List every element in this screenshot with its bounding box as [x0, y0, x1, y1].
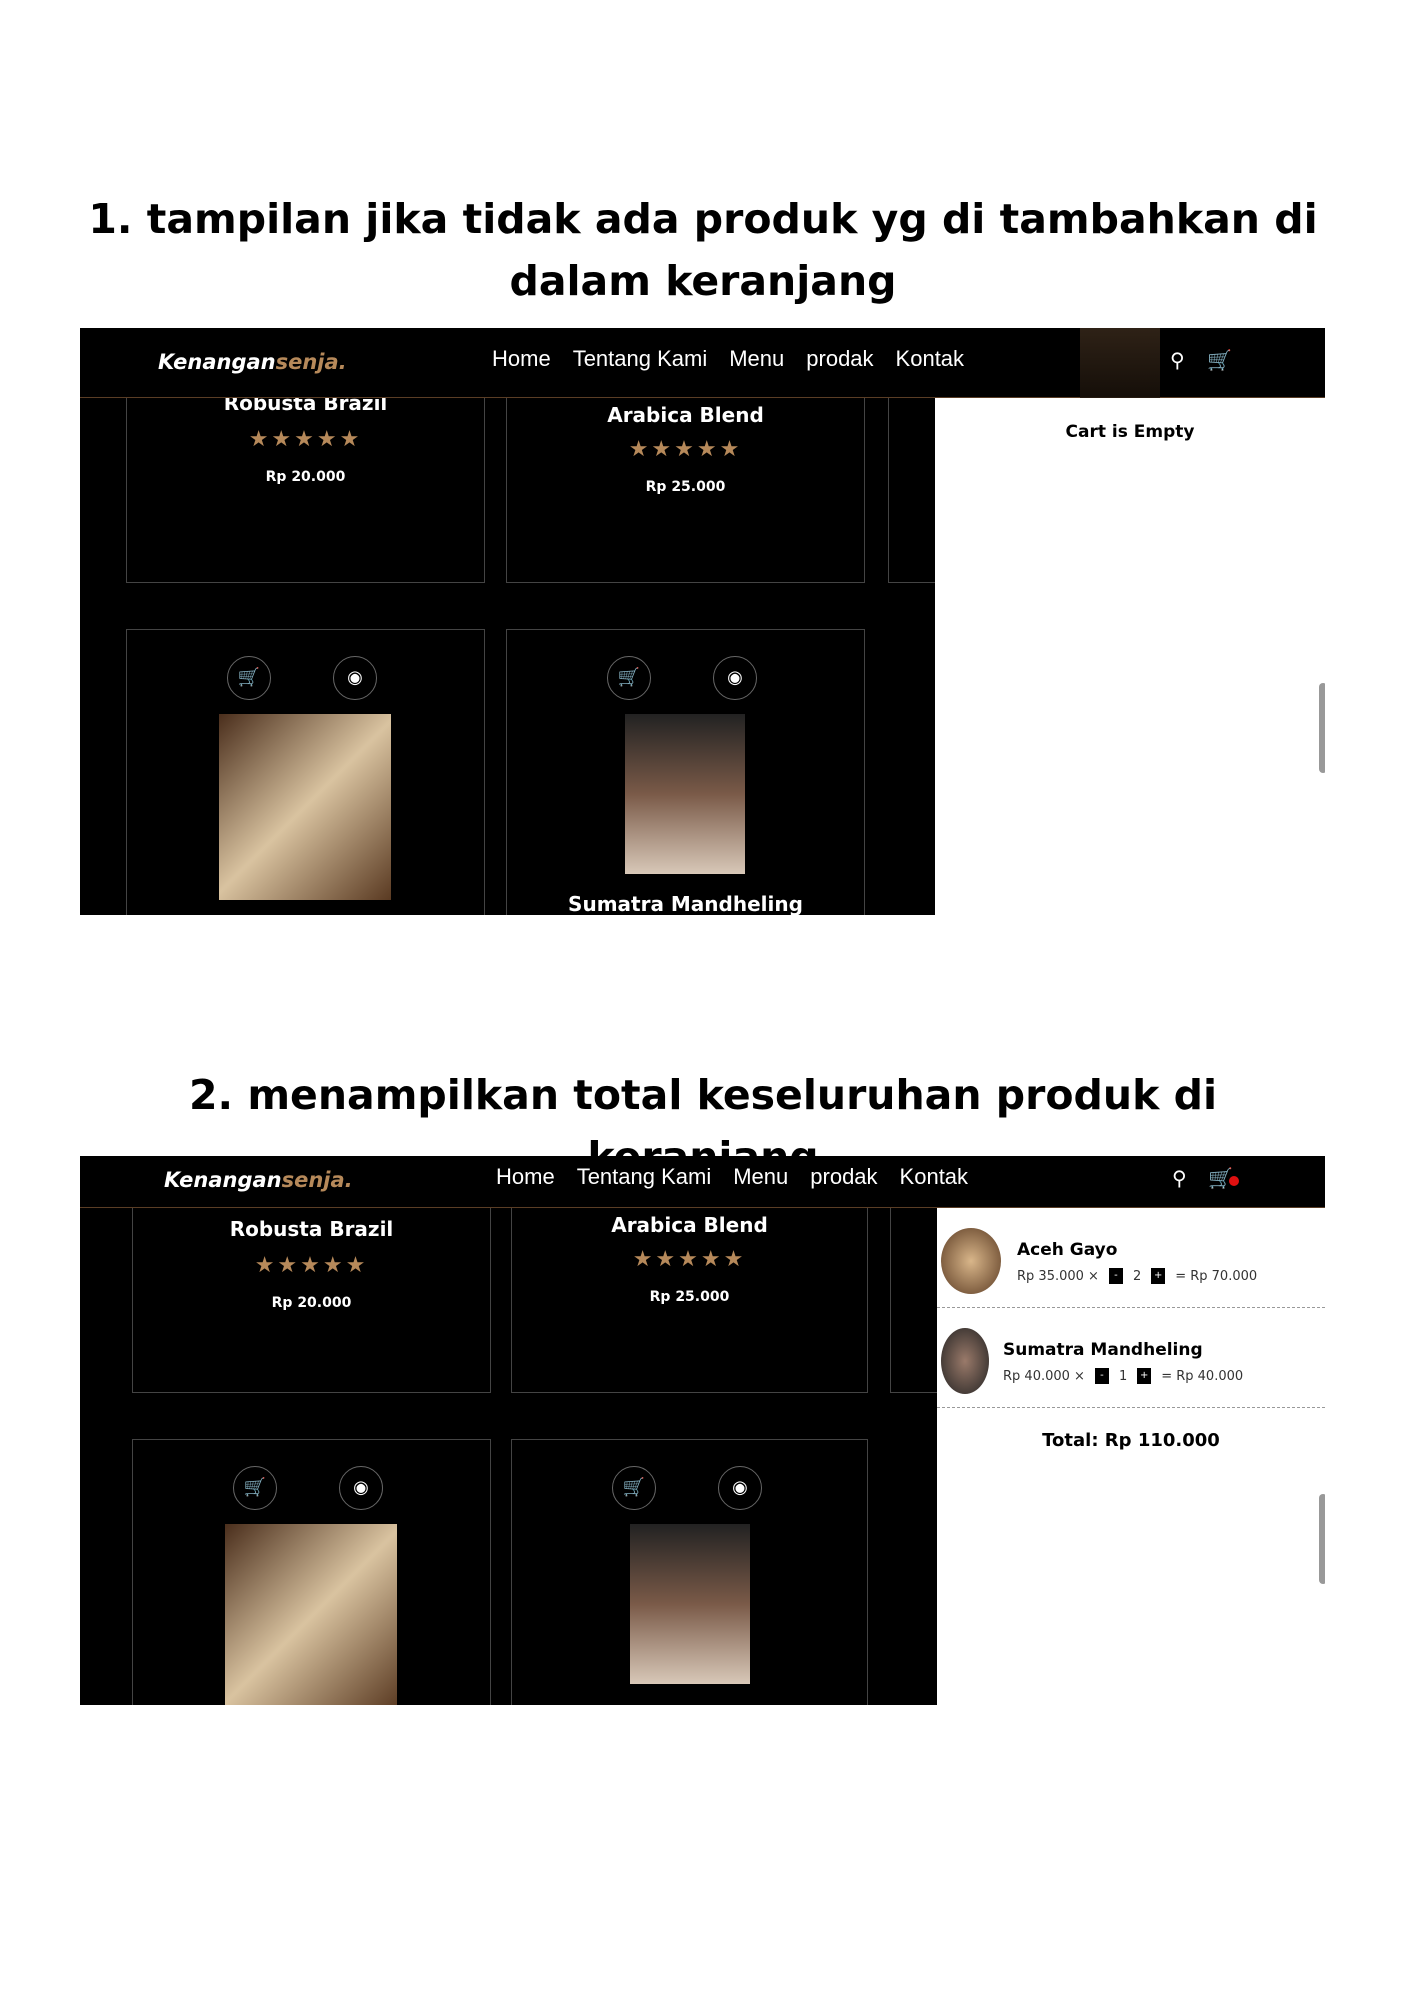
add-to-cart-button[interactable]: 🛒	[227, 656, 271, 700]
search-icon[interactable]: ⚲	[1172, 1166, 1187, 1190]
nav-kontak[interactable]: Kontak	[900, 1164, 969, 1190]
qty-value: 1	[1118, 1368, 1128, 1384]
product-price: Rp 25.000	[649, 1289, 730, 1305]
navbar: Kenangansenja. Home Tentang Kami Menu pr…	[80, 328, 1325, 398]
navbar: Kenangansenja. Home Tentang Kami Menu pr…	[80, 1156, 1325, 1208]
cart-total: Total: Rp 110.000	[1042, 1430, 1220, 1451]
nav-menu-link[interactable]: Menu	[729, 346, 784, 372]
nav-prodak[interactable]: prodak	[806, 346, 873, 372]
product-card-aceh[interactable]: 🛒 ◉	[132, 1439, 491, 1705]
screenshot-filled-cart: Robusta Brazil ★★★★★ Rp 20.000 Arabica B…	[80, 1156, 1325, 1705]
rating-stars: ★★★★★	[628, 437, 743, 462]
cart-item: Aceh Gayo Rp 35.000 × - 2 + = Rp 70.000	[937, 1208, 1325, 1308]
product-card-sumatra[interactable]: 🛒 ◉	[511, 1439, 868, 1705]
cart-panel: Cart is Empty	[935, 398, 1325, 915]
cart-icon[interactable]: 🛒	[1208, 1166, 1239, 1190]
search-icon[interactable]: ⚲	[1170, 348, 1185, 372]
product-name: Arabica Blend	[607, 403, 764, 427]
decrease-qty-button[interactable]: -	[1108, 1268, 1123, 1284]
logo[interactable]: Kenangansenja.	[158, 350, 347, 374]
product-image	[625, 714, 745, 874]
cart-item-name: Aceh Gayo	[1017, 1240, 1118, 1260]
nav-tentang-kami[interactable]: Tentang Kami	[573, 346, 708, 372]
view-eye-button[interactable]: ◉	[713, 656, 757, 700]
nav-prodak[interactable]: prodak	[810, 1164, 877, 1190]
cart-item-name: Sumatra Mandheling	[1003, 1340, 1203, 1360]
cart-icon[interactable]: 🛒	[1207, 348, 1232, 372]
cart-item-image	[941, 1328, 989, 1394]
product-name: Arabica Blend	[611, 1213, 768, 1237]
logo[interactable]: Kenangansenja.	[164, 1168, 353, 1192]
nav-kontak[interactable]: Kontak	[896, 346, 965, 372]
decrease-qty-button[interactable]: -	[1094, 1368, 1109, 1384]
add-to-cart-button[interactable]: 🛒	[607, 656, 651, 700]
scrollbar[interactable]	[1319, 1494, 1325, 1584]
screenshot-empty-cart: Robusta Brazil ★★★★★ Rp 20.000 Arabica B…	[80, 328, 1325, 915]
nav-menu-link[interactable]: Menu	[733, 1164, 788, 1190]
nav-menu: Home Tentang Kami Menu prodak Kontak	[496, 1164, 968, 1190]
product-card-sumatra[interactable]: 🛒 ◉ Sumatra Mandheling	[506, 629, 865, 915]
product-image	[630, 1524, 750, 1684]
product-price: Rp 20.000	[265, 469, 346, 485]
cart-item-line: Rp 40.000 × - 1 + = Rp 40.000	[1003, 1368, 1244, 1384]
nav-home[interactable]: Home	[492, 346, 551, 372]
cart-badge	[1228, 1176, 1239, 1186]
product-card-aceh[interactable]: 🛒 ◉	[126, 629, 485, 915]
product-name: Sumatra Mandheling	[568, 892, 803, 915]
product-name: Robusta Brazil	[229, 1217, 394, 1241]
qty-value: 2	[1132, 1268, 1142, 1284]
cart-item: Sumatra Mandheling Rp 40.000 × - 1 + = R…	[937, 1308, 1325, 1408]
add-to-cart-button[interactable]: 🛒	[233, 1466, 277, 1510]
cart-item-image	[941, 1228, 1001, 1294]
product-image	[219, 714, 391, 900]
rating-stars: ★★★★★	[632, 1247, 747, 1272]
view-eye-button[interactable]: ◉	[333, 656, 377, 700]
view-eye-button[interactable]: ◉	[718, 1466, 762, 1510]
product-price: Rp 20.000	[271, 1295, 352, 1311]
product-price: Rp 25.000	[645, 479, 726, 495]
rating-stars: ★★★★★	[254, 1253, 369, 1278]
increase-qty-button[interactable]: +	[1137, 1368, 1152, 1384]
product-image	[225, 1524, 397, 1705]
section1-heading: 1. tampilan jika tidak ada produk yg di …	[88, 195, 1318, 305]
cart-item-line: Rp 35.000 × - 2 + = Rp 70.000	[1017, 1268, 1258, 1284]
scrollbar[interactable]	[1319, 683, 1325, 773]
rating-stars: ★★★★★	[248, 427, 363, 452]
view-eye-button[interactable]: ◉	[339, 1466, 383, 1510]
cart-panel: Aceh Gayo Rp 35.000 × - 2 + = Rp 70.000 …	[937, 1208, 1325, 1705]
nav-tentang-kami[interactable]: Tentang Kami	[577, 1164, 712, 1190]
cart-empty-message: Cart is Empty	[1065, 422, 1195, 442]
increase-qty-button[interactable]: +	[1151, 1268, 1166, 1284]
add-to-cart-button[interactable]: 🛒	[612, 1466, 656, 1510]
nav-home[interactable]: Home	[496, 1164, 555, 1190]
nav-menu: Home Tentang Kami Menu prodak Kontak	[492, 346, 964, 372]
